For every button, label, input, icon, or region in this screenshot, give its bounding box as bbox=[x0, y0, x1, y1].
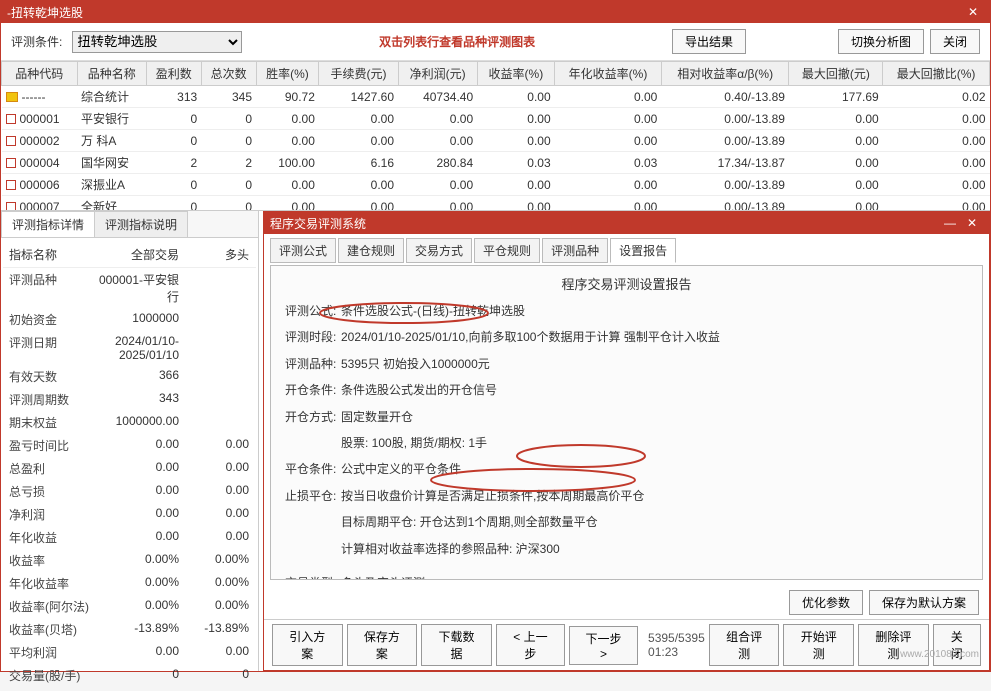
col-header[interactable]: 手续费(元) bbox=[319, 62, 398, 86]
stats-row: 收益率(贝塔)-13.89%-13.89% bbox=[3, 618, 256, 641]
stats-row: 收益率(阿尔法)0.00%0.00% bbox=[3, 595, 256, 618]
stats-row: 盈亏时间比0.000.00 bbox=[3, 434, 256, 457]
col-header[interactable]: 相对收益率α/β(%) bbox=[661, 62, 789, 86]
col-header[interactable]: 总次数 bbox=[201, 62, 256, 86]
main-titlebar: -扭转乾坤选股 ✕ bbox=[1, 1, 990, 23]
bottom-toolbar: 引入方案 保存方案 下载数据 < 上一步 下一步 > 5395/5395 01:… bbox=[264, 619, 989, 670]
inner-tab[interactable]: 评测公式 bbox=[270, 238, 336, 263]
main-toolbar: 评测条件: 扭转乾坤选股 双击列表行查看品种评测图表 导出结果 切换分析图 关闭 bbox=[1, 23, 990, 61]
stats-row: 平均利润0.000.00 bbox=[3, 641, 256, 664]
save-plan-button[interactable]: 保存方案 bbox=[347, 624, 418, 666]
tab-desc[interactable]: 评测指标说明 bbox=[94, 211, 188, 237]
close-button[interactable]: 关闭 bbox=[930, 29, 980, 54]
save-default-button[interactable]: 保存为默认方案 bbox=[869, 590, 979, 615]
switch-view-button[interactable]: 切换分析图 bbox=[838, 29, 924, 54]
results-table-wrap[interactable]: 品种代码品种名称盈利数总次数胜率(%)手续费(元)净利润(元)收益率(%)年化收… bbox=[1, 61, 990, 211]
export-button[interactable]: 导出结果 bbox=[672, 29, 746, 54]
combo-eval-button[interactable]: 组合评测 bbox=[709, 624, 780, 666]
stats-row: 有效天数366 bbox=[3, 365, 256, 388]
file-icon bbox=[6, 114, 16, 124]
stats-row: 评测日期2024/01/10-2025/01/10 bbox=[3, 331, 256, 365]
stats-row: 年化收益率0.00%0.00% bbox=[3, 572, 256, 595]
file-icon bbox=[6, 202, 16, 211]
table-row[interactable]: ------综合统计31334590.721427.6040734.400.00… bbox=[2, 86, 990, 108]
inner-tab[interactable]: 交易方式 bbox=[406, 238, 472, 263]
main-close-icon[interactable]: ✕ bbox=[962, 5, 984, 19]
col-header[interactable]: 盈利数 bbox=[146, 62, 201, 86]
stats-row: 评测周期数343 bbox=[3, 388, 256, 411]
col-header[interactable]: 净利润(元) bbox=[398, 62, 477, 86]
inner-tab[interactable]: 评测品种 bbox=[542, 238, 608, 263]
stats-row: 净利润0.000.00 bbox=[3, 503, 256, 526]
table-row[interactable]: 000006深振业A000.000.000.000.000.000.00/-13… bbox=[2, 174, 990, 196]
col-header[interactable]: 最大回撤比(%) bbox=[883, 62, 990, 86]
inner-tab[interactable]: 建仓规则 bbox=[338, 238, 404, 263]
import-plan-button[interactable]: 引入方案 bbox=[272, 624, 343, 666]
download-data-button[interactable]: 下载数据 bbox=[421, 624, 492, 666]
prev-button[interactable]: < 上一步 bbox=[496, 624, 565, 666]
table-row[interactable]: 000004国华网安22100.006.16280.840.030.0317.3… bbox=[2, 152, 990, 174]
report-box: 程序交易评测设置报告 评测公式:条件选股公式-(日线)-扭转乾坤选股 评测时段:… bbox=[270, 265, 983, 580]
watermark: www.201082.com bbox=[900, 649, 979, 660]
stats-row: 评测品种000001-平安银行 bbox=[3, 268, 256, 308]
stats-row: 期末权益1000000.00 bbox=[3, 411, 256, 434]
table-row[interactable]: 000002万 科A000.000.000.000.000.000.00/-13… bbox=[2, 130, 990, 152]
table-row[interactable]: 000001平安银行000.000.000.000.000.000.00/-13… bbox=[2, 108, 990, 130]
inner-window: 程序交易评测系统 — ✕ 评测公式建仓规则交易方式平仓规则评测品种设置报告 程序… bbox=[263, 211, 990, 671]
main-title: -扭转乾坤选股 bbox=[7, 4, 962, 21]
inner-tab[interactable]: 设置报告 bbox=[610, 238, 676, 263]
next-button[interactable]: 下一步 > bbox=[569, 626, 638, 665]
stats-row: 年化收益0.000.00 bbox=[3, 526, 256, 549]
report-title: 程序交易评测设置报告 bbox=[285, 274, 968, 293]
optimize-button[interactable]: 优化参数 bbox=[789, 590, 863, 615]
progress-status: 5395/5395 01:23 bbox=[642, 631, 705, 659]
stats-row: 收益率0.00%0.00% bbox=[3, 549, 256, 572]
hint-text: 双击列表行查看品种评测图表 bbox=[248, 33, 666, 50]
stats-h3: 多头 bbox=[179, 246, 249, 263]
stats-row: 初始资金1000000 bbox=[3, 308, 256, 331]
inner-min-icon[interactable]: — bbox=[939, 216, 961, 230]
col-header[interactable]: 年化收益率(%) bbox=[555, 62, 662, 86]
criteria-select[interactable]: 扭转乾坤选股 bbox=[72, 31, 242, 53]
stats-h2: 全部交易 bbox=[89, 246, 179, 263]
file-icon bbox=[6, 180, 16, 190]
file-icon bbox=[6, 158, 16, 168]
inner-title: 程序交易评测系统 bbox=[270, 215, 939, 232]
criteria-label: 评测条件: bbox=[11, 33, 62, 50]
inner-tab[interactable]: 平仓规则 bbox=[474, 238, 540, 263]
col-header[interactable]: 最大回撤(元) bbox=[789, 62, 883, 86]
stats-row: 总亏损0.000.00 bbox=[3, 480, 256, 503]
folder-icon bbox=[6, 92, 18, 102]
left-panel: 评测指标详情 评测指标说明 指标名称 全部交易 多头 评测品种000001-平安… bbox=[1, 211, 259, 671]
table-row[interactable]: 000007全新好000.000.000.000.000.000.00/-13.… bbox=[2, 196, 990, 212]
col-header[interactable]: 胜率(%) bbox=[256, 62, 319, 86]
start-eval-button[interactable]: 开始评测 bbox=[783, 624, 854, 666]
stats-row: 交易量(股/手)00 bbox=[3, 664, 256, 687]
col-header[interactable]: 收益率(%) bbox=[477, 62, 555, 86]
stats-row: 总盈利0.000.00 bbox=[3, 457, 256, 480]
inner-close-icon[interactable]: ✕ bbox=[961, 216, 983, 230]
tab-detail[interactable]: 评测指标详情 bbox=[1, 211, 95, 237]
file-icon bbox=[6, 136, 16, 146]
col-header[interactable]: 品种代码 bbox=[2, 62, 78, 86]
stats-h1: 指标名称 bbox=[9, 246, 89, 263]
results-table: 品种代码品种名称盈利数总次数胜率(%)手续费(元)净利润(元)收益率(%)年化收… bbox=[1, 61, 990, 211]
col-header[interactable]: 品种名称 bbox=[77, 62, 146, 86]
